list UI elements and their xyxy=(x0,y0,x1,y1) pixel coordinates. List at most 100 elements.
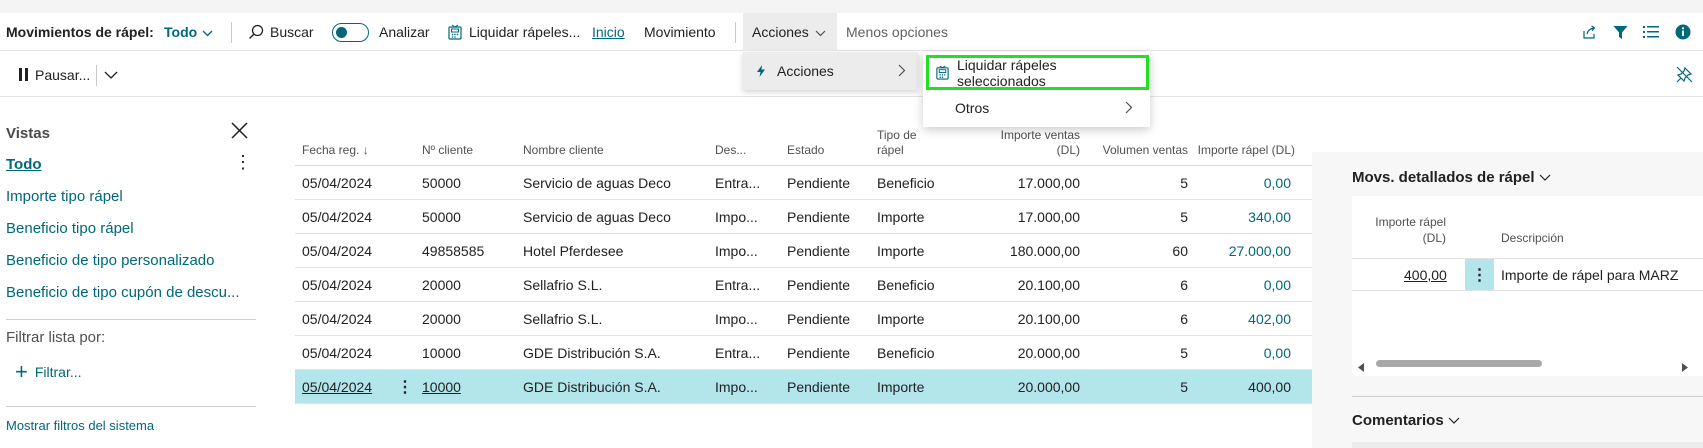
cell-customer-name: Sellafrio S.L. xyxy=(523,276,603,293)
chevron-down-icon xyxy=(815,24,826,40)
search-icon xyxy=(248,24,264,40)
cell-rebate-amount[interactable]: 340,00 xyxy=(1185,200,1291,233)
scroll-right-icon[interactable] xyxy=(1681,359,1688,375)
cell-description: Entra... xyxy=(715,276,761,293)
column-header-sales-volume[interactable]: Volumen ventas xyxy=(1075,143,1188,158)
factbox-amount[interactable]: 400,00 xyxy=(1404,259,1447,290)
cell-customer-name: GDE Distribución S.A. xyxy=(523,344,661,361)
view-item-benefit-type[interactable]: Beneficio tipo rápel xyxy=(6,220,134,237)
table-row-selected[interactable]: 05/04/2024 ⋮ 10000 GDE Distribución S.A.… xyxy=(295,370,1312,404)
show-system-filters-link[interactable]: Mostrar filtros del sistema xyxy=(6,418,154,433)
cell-rebate-amount[interactable]: 0,00 xyxy=(1185,336,1291,369)
cell-date: 05/04/2024 xyxy=(302,174,373,191)
tab-movement[interactable]: Movimiento xyxy=(644,13,716,51)
column-header-date[interactable]: Fecha reg. ↓ xyxy=(302,143,369,158)
view-item-custom-benefit[interactable]: Beneficio de tipo personalizado xyxy=(6,252,214,269)
scroll-left-icon[interactable] xyxy=(1358,359,1365,375)
view-item-all[interactable]: Todo xyxy=(6,156,42,173)
factbox-row[interactable]: 400,00 ⋮ Importe de rápel para MARZ xyxy=(1352,258,1703,291)
cell-customer-name: GDE Distribución S.A. xyxy=(523,378,661,395)
column-header-description[interactable]: Des... xyxy=(715,143,746,158)
column-header-status[interactable]: Estado xyxy=(787,143,824,158)
menu-item-other[interactable]: Otros xyxy=(926,90,1149,125)
toggle-switch[interactable] xyxy=(332,22,369,42)
column-header-customer-name[interactable]: Nombre cliente xyxy=(523,143,604,158)
cell-date[interactable]: 05/04/2024 xyxy=(302,370,372,403)
cell-status: Pendiente xyxy=(787,344,851,361)
filter-icon[interactable] xyxy=(1613,13,1628,51)
info-icon[interactable] xyxy=(1675,13,1691,51)
comments-title: Comentarios xyxy=(1352,412,1444,429)
tab-home[interactable]: Inicio xyxy=(592,13,625,51)
unpin-icon[interactable] xyxy=(1676,66,1693,86)
add-filter-button[interactable]: + Filtrar... xyxy=(15,359,82,384)
menu-item-other-label: Otros xyxy=(955,99,990,116)
comments-section-toggle[interactable]: Comentarios xyxy=(1352,412,1460,429)
list-view-icon[interactable] xyxy=(1643,13,1659,51)
share-icon[interactable] xyxy=(1581,13,1597,51)
views-title: Vistas xyxy=(6,125,50,142)
search-button[interactable]: Buscar xyxy=(248,13,314,51)
separator xyxy=(231,22,232,43)
view-item-coupon-benefit[interactable]: Beneficio de tipo cupón de descu... xyxy=(6,284,240,301)
factbox-title[interactable]: Movs. detallados de rápel xyxy=(1352,169,1551,186)
settle-rebates-button[interactable]: Liquidar rápeles... xyxy=(447,13,580,51)
actions-menu-button[interactable]: Acciones xyxy=(743,13,837,51)
more-options-icon[interactable]: ⋮ xyxy=(234,152,252,173)
table-row[interactable]: 05/04/2024 49858585 Hotel Pferdesee Impo… xyxy=(295,234,1312,268)
cell-rebate-amount[interactable]: 400,00 xyxy=(1185,370,1291,403)
table-row[interactable]: 05/04/2024 20000 Sellafrio S.L. Entra...… xyxy=(295,268,1312,302)
menu-item-settle-selected-rebates[interactable]: Liquidar rápeles seleccionados xyxy=(926,55,1149,90)
pause-icon xyxy=(19,68,28,81)
table-row[interactable]: 05/04/2024 20000 Sellafrio S.L. Impo... … xyxy=(295,302,1312,336)
factbox-header-amount-line2: (DL) xyxy=(1422,231,1446,245)
table-row[interactable]: 05/04/2024 10000 GDE Distribución S.A. E… xyxy=(295,336,1312,370)
column-header-customer-no[interactable]: Nº cliente xyxy=(422,143,473,158)
cell-rebate-amount[interactable]: 0,00 xyxy=(1185,166,1291,199)
cell-date: 05/04/2024 xyxy=(302,276,373,293)
cell-rebate-type: Beneficio xyxy=(877,344,935,361)
cell-rebate-amount[interactable]: 402,00 xyxy=(1185,302,1291,335)
cell-rebate-amount[interactable]: 0,00 xyxy=(1185,268,1291,301)
factbox-header-description: Descripción xyxy=(1501,231,1564,245)
cell-customer-no: 20000 xyxy=(422,276,461,293)
row-actions-icon[interactable]: ⋮ xyxy=(1465,259,1494,290)
separator xyxy=(96,65,97,86)
cell-customer-no: 20000 xyxy=(422,310,461,327)
column-header-rebate-amount[interactable]: Importe rápel (DL) xyxy=(1185,143,1295,158)
cell-customer-no[interactable]: 10000 xyxy=(422,370,461,403)
view-selector[interactable]: Todo xyxy=(164,13,213,51)
row-actions-icon[interactable]: ⋮ xyxy=(397,370,413,403)
fewer-options-button[interactable]: Menos opciones xyxy=(846,13,948,51)
table-row[interactable]: 05/04/2024 50000 Servicio de aguas Deco … xyxy=(295,200,1312,234)
analyze-label: Analizar xyxy=(379,24,430,40)
column-header-sales-amount[interactable]: Importe ventas (DL) xyxy=(955,128,1080,158)
cell-status: Pendiente xyxy=(787,310,851,327)
cell-rebate-type: Importe xyxy=(877,310,925,327)
factbox-pane: Movs. detallados de rápel Importe rápel … xyxy=(1312,152,1703,448)
cell-date: 05/04/2024 xyxy=(302,310,373,327)
chevron-down-icon[interactable] xyxy=(104,67,118,83)
scrollbar-thumb[interactable] xyxy=(1376,360,1542,367)
divider xyxy=(1352,396,1703,397)
settle-rebates-label: Liquidar rápeles... xyxy=(469,24,581,40)
cell-description: Impo... xyxy=(715,242,758,259)
cell-sales-volume: 60 xyxy=(1172,242,1188,259)
cell-rebate-type: Beneficio xyxy=(877,174,935,191)
plus-icon: + xyxy=(15,359,28,384)
close-icon[interactable] xyxy=(230,121,249,143)
cell-sales-amount: 180.000,00 xyxy=(1009,242,1080,259)
cell-sales-amount: 20.000,00 xyxy=(1017,378,1080,395)
menu-item-actions[interactable]: Acciones xyxy=(743,52,918,90)
column-header-rebate-type[interactable]: Tipo de rápel xyxy=(877,128,917,158)
cell-status: Pendiente xyxy=(787,174,851,191)
cell-rebate-amount[interactable]: 27.000,00 xyxy=(1185,234,1291,267)
view-item-amount-type[interactable]: Importe tipo rápel xyxy=(6,188,123,205)
lightning-icon xyxy=(757,65,765,77)
table-row[interactable]: 05/04/2024 50000 Servicio de aguas Deco … xyxy=(295,166,1312,200)
cell-date: 05/04/2024 xyxy=(302,242,373,259)
pause-button[interactable]: Pausar... xyxy=(19,52,90,97)
horizontal-scrollbar[interactable] xyxy=(1358,356,1693,372)
analyze-toggle[interactable]: Analizar xyxy=(332,13,430,51)
cell-rebate-type: Importe xyxy=(877,378,925,395)
